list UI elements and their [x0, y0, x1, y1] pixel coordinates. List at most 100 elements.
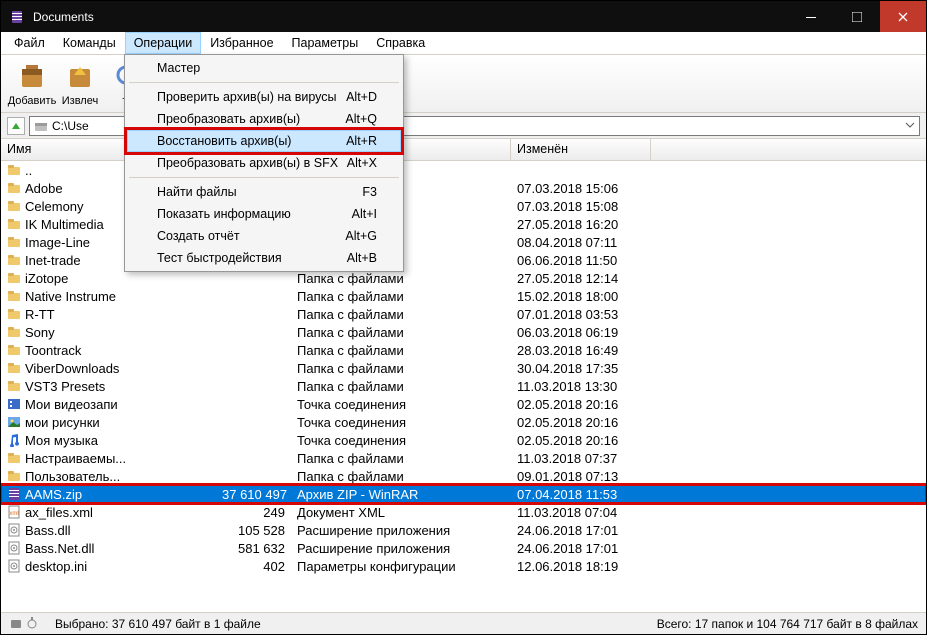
- file-name: AAMS.zip: [25, 487, 82, 502]
- file-name: Toontrack: [25, 343, 81, 358]
- file-row[interactable]: ToontrackПапка с файлами28.03.2018 16:49: [1, 341, 926, 359]
- menubar[interactable]: ФайлКомандыОперацииИзбранноеПараметрыСпр…: [1, 32, 926, 55]
- file-name: Native Instrume: [25, 289, 116, 304]
- operations-menu[interactable]: МастерПроверить архив(ы) на вирусыAlt+DП…: [124, 54, 404, 272]
- menu-entry[interactable]: Мастер: [127, 57, 401, 79]
- folder-icon: [7, 235, 21, 249]
- menu-entry[interactable]: Преобразовать архив(ы) в SFX Alt+X: [127, 152, 401, 174]
- cell-date: 27.05.2018 16:20: [511, 217, 651, 232]
- cell-date: 12.06.2018 18:19: [511, 559, 651, 574]
- cell-date: 15.02.2018 18:00: [511, 289, 651, 304]
- maximize-button[interactable]: [834, 1, 880, 32]
- file-row[interactable]: xmlax_files.xml249Документ XML11.03.2018…: [1, 503, 926, 521]
- file-row[interactable]: Настраиваемы... Папка с файлами11.03.2018…: [1, 449, 926, 467]
- file-row[interactable]: R-TTПапка с файлами07.01.2018 03:53: [1, 305, 926, 323]
- file-row[interactable]: desktop.ini402Параметры конфигурации12.0…: [1, 557, 926, 575]
- menu-entry-shortcut: Alt+I: [352, 207, 377, 221]
- cell-name: Toontrack: [1, 343, 216, 358]
- menu-entry-label: Преобразовать архив(ы): [157, 112, 300, 126]
- folder-icon: [7, 181, 21, 195]
- cell-name: R-TT: [1, 307, 216, 322]
- menu-item[interactable]: Операции: [125, 32, 201, 54]
- cell-size: 402: [216, 559, 291, 574]
- menu-entry-shortcut: Alt+R: [346, 134, 377, 148]
- cell-type: Документ XML: [291, 505, 511, 520]
- menu-entry-label: Восстановить архив(ы): [157, 134, 291, 148]
- menu-entry[interactable]: Найти файлыF3: [127, 181, 401, 203]
- menu-entry-shortcut: Alt+X: [347, 156, 377, 170]
- cell-name: desktop.ini: [1, 559, 216, 574]
- file-row[interactable]: Bass.dll105 528Расширение приложения24.0…: [1, 521, 926, 539]
- svg-text:xml: xml: [9, 511, 18, 517]
- menu-entry-label: Преобразовать архив(ы) в SFX: [157, 156, 338, 170]
- titlebar[interactable]: Documents: [1, 1, 926, 32]
- file-row[interactable]: AAMS.zip37 610 497Архив ZIP - WinRAR07.0…: [1, 485, 926, 503]
- address-dropdown-icon[interactable]: [905, 119, 915, 133]
- menu-item[interactable]: Справка: [367, 32, 434, 54]
- menu-entry[interactable]: Тест быстродействияAlt+B: [127, 247, 401, 269]
- menu-entry[interactable]: Проверить архив(ы) на вирусыAlt+D: [127, 86, 401, 108]
- file-row[interactable]: SonyПапка с файлами06.03.2018 06:19: [1, 323, 926, 341]
- cell-type: Папка с файлами: [291, 325, 511, 340]
- menu-entry-label: Показать информацию: [157, 207, 291, 221]
- cell-type: Параметры конфигурации: [291, 559, 511, 574]
- file-name: Celemony: [25, 199, 84, 214]
- menu-entry[interactable]: Преобразовать архив(ы)Alt+Q: [127, 108, 401, 130]
- menu-entry[interactable]: Восстановить архив(ы) Alt+R: [127, 130, 401, 152]
- nav-up-button[interactable]: [7, 117, 25, 135]
- cell-name: Настраиваемы...: [1, 451, 216, 466]
- menu-entry[interactable]: Создать отчёт Alt+G: [127, 225, 401, 247]
- menu-entry-label: Создать отчёт: [157, 229, 240, 243]
- file-row[interactable]: Bass.Net.dll581 632Расширение приложения…: [1, 539, 926, 557]
- file-name: ax_files.xml: [25, 505, 93, 520]
- file-name: iZotope: [25, 271, 68, 286]
- cell-name: AAMS.zip: [1, 487, 216, 502]
- menu-item[interactable]: Избранное: [201, 32, 282, 54]
- menu-entry[interactable]: Показать информацию Alt+I: [127, 203, 401, 225]
- cell-type: Архив ZIP - WinRAR: [291, 487, 511, 502]
- cell-type: Папка с файлами: [291, 451, 511, 466]
- cell-date: 06.06.2018 11:50: [511, 253, 651, 268]
- cell-date: 28.03.2018 16:49: [511, 343, 651, 358]
- cell-date: 11.03.2018 07:37: [511, 451, 651, 466]
- music-icon: [7, 433, 21, 447]
- file-row[interactable]: VST3 PresetsПапка с файлами11.03.2018 13…: [1, 377, 926, 395]
- file-name: Adobe: [25, 181, 63, 196]
- statusbar: Выбрано: 37 610 497 байт в 1 файле Всего…: [1, 612, 926, 634]
- folder-icon: [7, 289, 21, 303]
- file-name: мои рисунки: [25, 415, 100, 430]
- folder-icon: [7, 253, 21, 267]
- cell-date: 30.04.2018 17:35: [511, 361, 651, 376]
- cell-name: ViberDownloads: [1, 361, 216, 376]
- cell-date: 02.05.2018 20:16: [511, 397, 651, 412]
- col-header-date[interactable]: Изменён: [511, 139, 651, 160]
- extract-icon: [64, 61, 96, 93]
- minimize-button[interactable]: [788, 1, 834, 32]
- file-row[interactable]: Моя музыкаТочка соединения02.05.2018 20:…: [1, 431, 926, 449]
- file-row[interactable]: Native InstrumeПапка с файлами15.02.2018…: [1, 287, 926, 305]
- cell-type: Папка с файлами: [291, 361, 511, 376]
- cell-date: 24.06.2018 17:01: [511, 541, 651, 556]
- file-name: Пользователь...: [25, 469, 120, 484]
- cell-date: 24.06.2018 17:01: [511, 523, 651, 538]
- cell-date: 07.03.2018 15:08: [511, 199, 651, 214]
- close-button[interactable]: [880, 1, 926, 32]
- toolbar-add-button[interactable]: Добавить: [9, 57, 55, 111]
- cell-name: xml ax_files.xml: [1, 505, 216, 520]
- image-icon: [7, 415, 21, 429]
- menu-item[interactable]: Параметры: [283, 32, 368, 54]
- cell-size: 105 528: [216, 523, 291, 538]
- menu-entry-shortcut: Alt+G: [345, 229, 377, 243]
- dll-icon: [7, 523, 21, 537]
- file-row[interactable]: мои рисункиТочка соединения02.05.2018 20…: [1, 413, 926, 431]
- file-row[interactable]: Пользователь...Папка с файлами09.01.2018…: [1, 467, 926, 485]
- menu-item[interactable]: Команды: [54, 32, 125, 54]
- cell-size: 37 610 497: [216, 487, 291, 502]
- cell-type: Папка с файлами: [291, 307, 511, 322]
- toolbar-label: Добавить: [8, 95, 57, 107]
- menu-entry-shortcut: Alt+B: [347, 251, 377, 265]
- menu-item[interactable]: Файл: [5, 32, 54, 54]
- toolbar-extract-button[interactable]: Извлеч: [57, 57, 103, 111]
- file-row[interactable]: ViberDownloads Папка с файлами30.04.2018 …: [1, 359, 926, 377]
- file-row[interactable]: Мои видеозапиТочка соединения02.05.2018 …: [1, 395, 926, 413]
